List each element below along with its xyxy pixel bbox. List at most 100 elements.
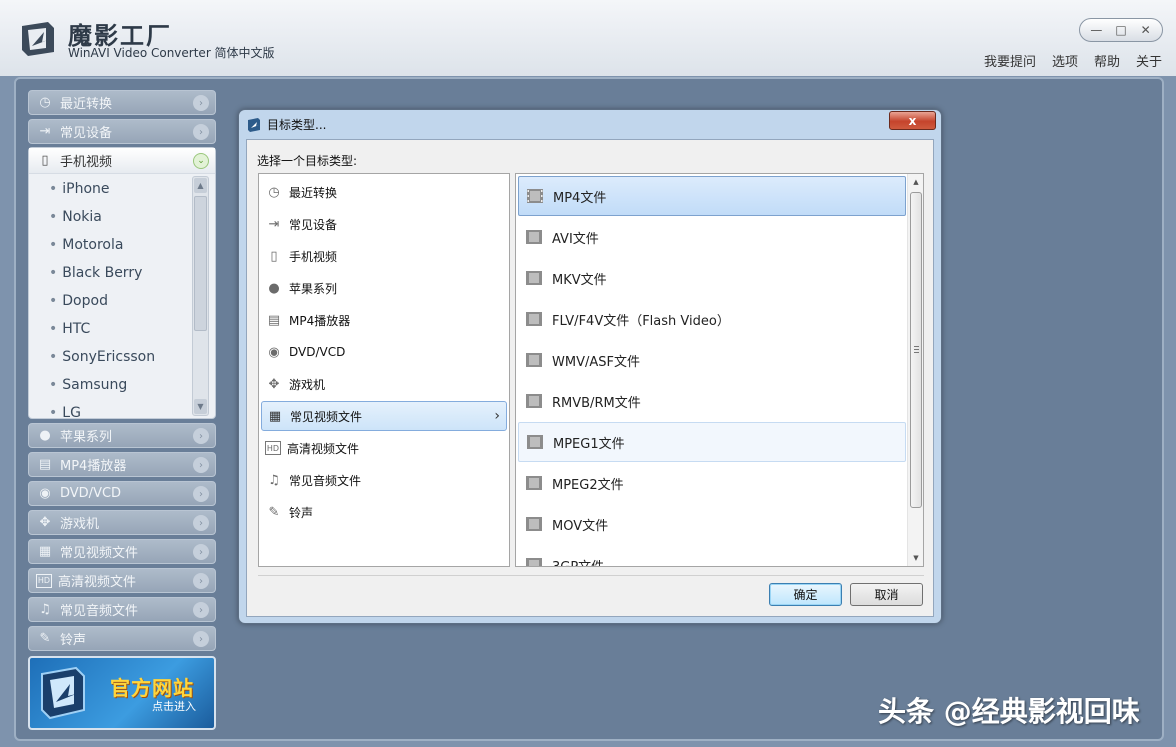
sidebar-category-dvd[interactable]: ◉ DVD/VCD ›	[28, 481, 216, 506]
list-item[interactable]: Nokia	[29, 203, 191, 231]
dialog-titlebar[interactable]: 目标类型... x	[239, 110, 941, 139]
ringtone-icon: ✎	[39, 631, 51, 646]
format-item-mp4[interactable]: MP4文件	[518, 176, 906, 216]
scroll-down-icon[interactable]: ▼	[908, 550, 924, 566]
dialog-close-button[interactable]: x	[889, 111, 936, 130]
ok-button[interactable]: 确定	[769, 583, 842, 606]
minimize-icon[interactable]: —	[1086, 22, 1106, 38]
sidebar-category-apple[interactable]: ● 苹果系列 ›	[28, 423, 216, 448]
list-item[interactable]: SonyEricsson	[29, 343, 191, 371]
device-icon: ⇥	[39, 124, 51, 139]
scrollbar-thumb[interactable]	[194, 196, 207, 331]
format-list-scrollbar[interactable]: ▲ ▼	[907, 174, 923, 566]
cancel-button[interactable]: 取消	[850, 583, 923, 606]
category-item-label: 苹果系列	[289, 281, 338, 296]
film-icon	[527, 189, 543, 203]
film-icon	[527, 435, 543, 449]
scrollbar-thumb[interactable]	[910, 192, 922, 508]
format-item-mov[interactable]: MOV文件	[518, 504, 906, 544]
category-item-recent[interactable]: ◷ 最近转换	[261, 177, 507, 207]
sidebar-category-ringtone[interactable]: ✎ 铃声 ›	[28, 626, 216, 651]
sidebar-category-recent[interactable]: ◷ 最近转换 ›	[28, 90, 216, 115]
maximize-icon[interactable]: □	[1111, 22, 1131, 38]
category-item-label: 游戏机	[289, 377, 326, 392]
format-item-rmvb[interactable]: RMVB/RM文件	[518, 381, 906, 421]
sidebar-category-game[interactable]: ✥ 游戏机 ›	[28, 510, 216, 535]
sidebar-category-label: 最近转换	[60, 97, 113, 112]
format-item-3gp[interactable]: 3GP文件	[518, 545, 906, 566]
list-item[interactable]: LG	[29, 399, 191, 418]
format-item-wmv[interactable]: WMV/ASF文件	[518, 340, 906, 380]
grip-icon	[914, 346, 919, 353]
chevron-right-icon: ›	[193, 602, 209, 618]
format-item-mkv[interactable]: MKV文件	[518, 258, 906, 298]
sidebar-scrollbar[interactable]: ▲ ▼	[192, 176, 209, 416]
chevron-right-icon: ›	[193, 486, 209, 502]
list-item[interactable]: Samsung	[29, 371, 191, 399]
menu-options[interactable]: 选项	[1052, 51, 1078, 70]
sidebar-category-label: 常见设备	[60, 126, 113, 141]
category-item-hd[interactable]: HD 高清视频文件	[261, 433, 507, 463]
chevron-down-icon: ⌄	[193, 153, 209, 169]
format-list: MP4文件 AVI文件 MKV文件 FLV/F4V文件（Flash Video）…	[515, 173, 924, 567]
watermark: 头条 @经典影视回味	[878, 695, 1140, 728]
sidebar-category-mp4[interactable]: ▤ MP4播放器 ›	[28, 452, 216, 477]
category-item-ringtone[interactable]: ✎ 铃声	[261, 497, 507, 527]
format-item-mpeg1[interactable]: MPEG1文件	[518, 422, 906, 462]
chevron-right-icon: ›	[193, 515, 209, 531]
category-item-mp4[interactable]: ▤ MP4播放器	[261, 305, 507, 335]
menu-ask-question[interactable]: 我要提问	[984, 51, 1036, 70]
category-item-phone[interactable]: ▯ 手机视频	[261, 241, 507, 271]
category-item-game[interactable]: ✥ 游戏机	[261, 369, 507, 399]
chevron-right-icon: ›	[193, 544, 209, 560]
category-item-devices[interactable]: ⇥ 常见设备	[261, 209, 507, 239]
scroll-down-icon[interactable]: ▼	[194, 399, 207, 414]
film-icon	[526, 230, 542, 244]
format-item-avi[interactable]: AVI文件	[518, 217, 906, 257]
category-item-video[interactable]: ▦ 常见视频文件 ›	[261, 401, 507, 431]
category-item-dvd[interactable]: ◉ DVD/VCD	[261, 337, 507, 367]
format-item-mpeg2[interactable]: MPEG2文件	[518, 463, 906, 503]
category-item-apple[interactable]: ● 苹果系列	[261, 273, 507, 303]
close-icon[interactable]: ✕	[1136, 22, 1156, 38]
format-item-label: FLV/F4V文件（Flash Video）	[552, 313, 730, 329]
category-item-audio[interactable]: ♫ 常见音频文件	[261, 465, 507, 495]
sidebar-category-video[interactable]: ▦ 常见视频文件 ›	[28, 539, 216, 564]
sidebar-category-label: 苹果系列	[60, 430, 113, 445]
scroll-up-icon[interactable]: ▲	[194, 178, 207, 193]
chevron-right-icon: ›	[193, 95, 209, 111]
official-site-banner[interactable]: 官方网站 点击进入	[28, 656, 216, 730]
category-item-label: 常见音频文件	[289, 473, 362, 488]
menu-about[interactable]: 关于	[1136, 51, 1162, 70]
list-item[interactable]: iPhone	[29, 175, 191, 203]
format-item-flv[interactable]: FLV/F4V文件（Flash Video）	[518, 299, 906, 339]
apple-icon: ●	[39, 428, 51, 443]
app-header: 魔影工厂 WinAVI Video Converter 简体中文版 — □ ✕ …	[0, 0, 1176, 76]
hd-icon: HD	[265, 441, 281, 455]
category-item-label: 高清视频文件	[287, 441, 360, 456]
divider	[258, 575, 924, 576]
menu-help[interactable]: 帮助	[1094, 51, 1120, 70]
list-item[interactable]: Black Berry	[29, 259, 191, 287]
window-controls: — □ ✕	[1079, 18, 1163, 42]
list-item[interactable]: Dopod	[29, 287, 191, 315]
disc-icon: ◉	[39, 486, 51, 501]
category-item-label: 铃声	[289, 505, 314, 520]
sidebar-category-devices[interactable]: ⇥ 常见设备 ›	[28, 119, 216, 144]
scroll-up-icon[interactable]: ▲	[908, 174, 924, 190]
film-icon: ▦	[268, 408, 282, 424]
format-item-label: RMVB/RM文件	[552, 395, 641, 411]
format-item-label: WMV/ASF文件	[552, 354, 640, 370]
film-icon	[526, 558, 542, 566]
format-item-label: MKV文件	[552, 272, 607, 288]
sidebar-category-label: MP4播放器	[60, 459, 127, 474]
list-item[interactable]: Motorola	[29, 231, 191, 259]
sidebar-category-hd[interactable]: HD 高清视频文件 ›	[28, 568, 216, 593]
list-item[interactable]: HTC	[29, 315, 191, 343]
device-icon: ⇥	[268, 216, 280, 232]
chevron-right-icon: ›	[193, 428, 209, 444]
category-list: ◷ 最近转换 ⇥ 常见设备 ▯ 手机视频 ● 苹果系列 ▤ MP4播放器 ◉ D…	[258, 173, 510, 567]
sidebar-category-phone[interactable]: ▯ 手机视频 ⌄	[29, 148, 215, 174]
sidebar-category-audio[interactable]: ♫ 常见音频文件 ›	[28, 597, 216, 622]
sidebar-category-label: 手机视频	[60, 155, 113, 170]
